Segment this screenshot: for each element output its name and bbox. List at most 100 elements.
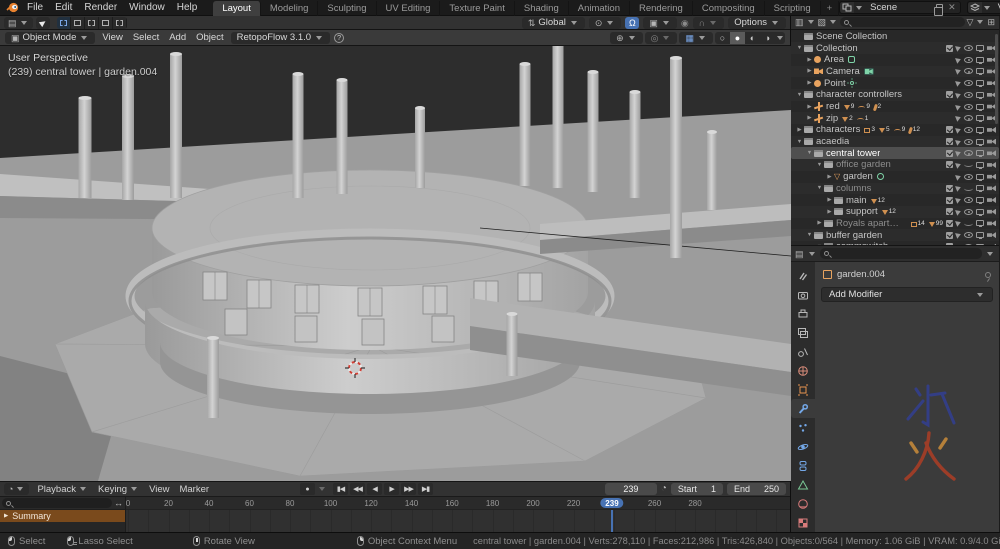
- disable-viewport-icon[interactable]: [976, 57, 984, 63]
- outliner-row-character-controllers[interactable]: ▼character controllers: [791, 89, 999, 101]
- workspace-tab-animation[interactable]: Animation: [569, 1, 630, 16]
- eye-icon[interactable]: [964, 127, 973, 133]
- eye-icon[interactable]: [964, 115, 973, 121]
- timeline-track-area[interactable]: 020406080100120140160180200220260280239: [126, 497, 790, 532]
- expand-width-icon[interactable]: ↔: [114, 497, 123, 509]
- selectable-icon[interactable]: [955, 161, 962, 168]
- disable-viewport-icon[interactable]: [976, 162, 984, 168]
- snap-toggle[interactable]: Ω: [625, 17, 639, 29]
- disable-viewport-icon[interactable]: [976, 104, 984, 110]
- summary-channel[interactable]: ▶ Summary: [0, 510, 125, 522]
- disable-viewport-icon[interactable]: [976, 185, 984, 191]
- expander-icon[interactable]: ▼: [815, 185, 824, 191]
- outliner-row-camera[interactable]: ▶Camera: [791, 66, 999, 78]
- disable-viewport-icon[interactable]: [976, 92, 984, 98]
- disable-render-icon[interactable]: [987, 139, 996, 145]
- start-frame-field[interactable]: Start1: [671, 483, 723, 495]
- expander-icon[interactable]: ▶: [805, 57, 814, 63]
- outliner-row-zip[interactable]: ▶zip21: [791, 112, 999, 124]
- viewport-menu-object[interactable]: Object: [191, 32, 228, 43]
- menu-help[interactable]: Help: [171, 0, 204, 15]
- disable-render-icon[interactable]: [987, 209, 996, 215]
- disable-viewport-icon[interactable]: [976, 68, 984, 74]
- active-tool-button[interactable]: [36, 17, 50, 29]
- checkbox-icon[interactable]: [946, 232, 953, 239]
- checkbox-icon[interactable]: [946, 138, 953, 145]
- eye-icon[interactable]: [964, 139, 973, 145]
- editor-type-button[interactable]: ▤: [4, 17, 33, 29]
- current-frame-field[interactable]: 239: [605, 483, 657, 495]
- selectable-icon[interactable]: [955, 231, 962, 238]
- disable-render-icon[interactable]: [987, 232, 996, 238]
- outliner-search-input[interactable]: [840, 17, 965, 27]
- selectable-icon[interactable]: [955, 173, 962, 180]
- eye-closed-icon[interactable]: [964, 186, 973, 191]
- xray-dropdown[interactable]: ▦: [679, 32, 713, 44]
- expander-icon[interactable]: ▶: [825, 197, 834, 203]
- disable-viewport-icon[interactable]: [976, 232, 984, 238]
- outliner-row-support[interactable]: ▶support12: [791, 206, 999, 218]
- expander-icon[interactable]: ▼: [795, 139, 804, 145]
- filter-caret[interactable]: [977, 20, 983, 24]
- auto-key-dropdown-caret[interactable]: [319, 487, 325, 491]
- checkbox-icon[interactable]: [946, 126, 953, 133]
- selectable-icon[interactable]: [955, 91, 962, 98]
- checkbox-icon[interactable]: [946, 197, 953, 204]
- properties-tab-render[interactable]: [791, 285, 815, 304]
- disable-viewport-icon[interactable]: [976, 139, 984, 145]
- shading-dropdown-caret[interactable]: [777, 36, 783, 40]
- outliner-row-characters[interactable]: ▶characters35912: [791, 124, 999, 136]
- disable-viewport-icon[interactable]: [976, 150, 984, 156]
- disable-render-icon[interactable]: [987, 174, 996, 180]
- select-subtract-button[interactable]: [85, 17, 99, 29]
- workspace-tab-rendering[interactable]: Rendering: [630, 1, 693, 16]
- outliner-row-acaedia[interactable]: ▼acaedia: [791, 136, 999, 148]
- outliner-type-caret[interactable]: [808, 20, 814, 24]
- eye-icon[interactable]: [964, 104, 973, 110]
- unlink-scene-icon[interactable]: ✕: [946, 2, 960, 13]
- disable-render-icon[interactable]: [987, 197, 996, 203]
- outliner-row-commswitch[interactable]: ▼commswitch: [791, 241, 999, 245]
- summary-expander-icon[interactable]: ▶: [4, 513, 8, 519]
- timeline-menu-marker[interactable]: Marker: [174, 484, 214, 495]
- eye-icon[interactable]: [964, 68, 973, 74]
- menu-render[interactable]: Render: [78, 0, 123, 15]
- expander-icon[interactable]: ▶: [825, 174, 834, 180]
- properties-tab-output[interactable]: [791, 304, 815, 323]
- expander-icon[interactable]: ▶: [815, 220, 824, 226]
- play-button[interactable]: ▶: [384, 483, 399, 495]
- checkbox-icon[interactable]: [946, 45, 953, 52]
- retopoflow-help-icon[interactable]: ?: [334, 33, 344, 43]
- timeline-menu-playback[interactable]: Playback: [32, 484, 93, 495]
- outliner-display-mode-icon[interactable]: ▧: [818, 16, 827, 28]
- auto-key-record-button[interactable]: ●: [300, 483, 315, 495]
- eye-icon[interactable]: [964, 209, 973, 215]
- checkbox-icon[interactable]: [946, 243, 953, 245]
- eye-icon[interactable]: [964, 57, 973, 63]
- select-extend-button[interactable]: [71, 17, 85, 29]
- checkbox-icon[interactable]: [946, 220, 953, 227]
- scene-dropdown-caret[interactable]: [856, 6, 862, 10]
- options-dropdown[interactable]: Options: [728, 17, 786, 29]
- properties-tab-data[interactable]: [791, 475, 815, 494]
- selectable-icon[interactable]: [955, 68, 962, 75]
- jump-start-button[interactable]: ▮◀: [333, 483, 348, 495]
- workspace-tab-shading[interactable]: Shading: [515, 1, 569, 16]
- disable-render-icon[interactable]: [987, 220, 996, 226]
- outliner-editor-type-icon[interactable]: ▥: [795, 16, 804, 28]
- outliner-row-main[interactable]: ▶main12: [791, 194, 999, 206]
- disable-viewport-icon[interactable]: [976, 127, 984, 133]
- selectable-icon[interactable]: [955, 103, 962, 110]
- gizmos-dropdown[interactable]: ⊕: [610, 32, 643, 44]
- timeline-ruler[interactable]: 020406080100120140160180200220260280239: [126, 497, 790, 510]
- expander-icon[interactable]: ▶: [825, 209, 834, 215]
- viewport-menu-view[interactable]: View: [97, 32, 127, 43]
- next-keyframe-button[interactable]: ▶▶: [401, 483, 416, 495]
- transform-orientation-dropdown[interactable]: ⇅Global: [522, 17, 585, 29]
- shading-material-button[interactable]: ◐: [745, 32, 760, 44]
- disable-render-icon[interactable]: [987, 127, 996, 133]
- eye-closed-icon[interactable]: [964, 221, 973, 226]
- timeline-channels[interactable]: [126, 510, 790, 532]
- timeline-menu-view[interactable]: View: [144, 484, 174, 495]
- select-box-button[interactable]: [57, 17, 71, 29]
